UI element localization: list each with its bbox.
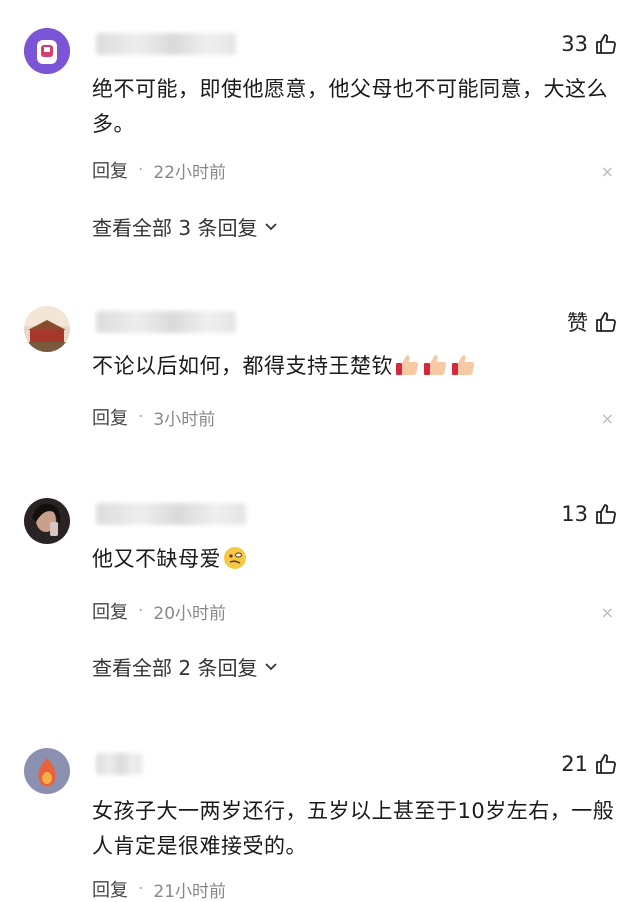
separator-dot: · <box>138 160 144 180</box>
comment-text: 绝不可能，即使他愿意，他父母也不可能同意，大这么多。 <box>92 77 608 136</box>
like-count: 33 <box>561 32 588 56</box>
close-icon[interactable]: × <box>601 162 614 182</box>
close-icon[interactable]: × <box>601 603 614 623</box>
comment-meta: 回复 · 22小时前 <box>92 157 226 183</box>
separator-dot: · <box>138 407 144 427</box>
like-button[interactable]: 33 <box>561 29 618 59</box>
separator-dot: · <box>138 879 144 899</box>
like-button[interactable]: 21 <box>561 749 618 779</box>
avatar-image <box>24 306 70 352</box>
view-replies-label: 查看全部 3 条回复 <box>92 215 258 240</box>
comment-time: 3小时前 <box>153 409 216 430</box>
avatar-image <box>24 748 70 794</box>
comment-text: 他又不缺母爱 <box>92 542 617 577</box>
reply-button[interactable]: 回复 <box>92 876 128 902</box>
avatar[interactable] <box>24 748 70 794</box>
avatar[interactable] <box>24 498 70 544</box>
thumbs-up-emoji <box>396 355 419 375</box>
username-blur <box>96 503 246 525</box>
comment-text: 不论以后如何，都得支持王楚钦 <box>92 349 617 384</box>
username-blurred[interactable] <box>92 750 142 778</box>
like-count: 赞 <box>567 311 588 335</box>
like-count: 21 <box>561 752 588 776</box>
view-replies-button[interactable]: 查看全部 2 条回复 <box>92 651 279 681</box>
reply-button[interactable]: 回复 <box>92 404 128 430</box>
thumbs-up-emoji <box>424 355 447 375</box>
username-blurred[interactable] <box>92 30 236 58</box>
comment-time: 20小时前 <box>153 603 227 624</box>
like-count: 13 <box>561 502 588 526</box>
thumbs-up-icon <box>596 34 616 54</box>
reply-button[interactable]: 回复 <box>92 598 128 624</box>
comment-text-content: 不论以后如何，都得支持王楚钦 <box>92 354 393 378</box>
comment-meta: 回复 · 3小时前 <box>92 404 215 430</box>
thinking-face-emoji <box>224 547 246 569</box>
avatar[interactable] <box>24 306 70 352</box>
view-replies-button[interactable]: 查看全部 3 条回复 <box>92 211 279 241</box>
avatar[interactable] <box>24 28 70 74</box>
close-icon[interactable]: × <box>601 409 614 429</box>
username-blur <box>96 753 142 775</box>
thumbs-up-icon <box>596 754 616 774</box>
chevron-down-icon <box>265 223 278 231</box>
comment-item: 33 绝不可能，即使他愿意，他父母也不可能同意，大这么多。 回复 · 22小时前… <box>0 0 640 270</box>
avatar-image <box>24 28 70 74</box>
like-button[interactable]: 13 <box>561 499 618 529</box>
reply-button[interactable]: 回复 <box>92 157 128 183</box>
comment-time: 22小时前 <box>153 162 227 183</box>
chevron-down-icon <box>265 663 278 671</box>
username-blurred[interactable] <box>92 308 236 336</box>
comment-item: 21 女孩子大一两岁还行，五岁以上甚至于10岁左右，一般人肯定是很难接受的。 回… <box>0 742 640 902</box>
separator-dot: · <box>138 601 144 621</box>
username-blur <box>96 311 236 333</box>
thumbs-up-emoji <box>452 355 475 375</box>
comment-time: 21小时前 <box>153 881 227 902</box>
avatar-image <box>24 498 70 544</box>
username-blur <box>96 33 236 55</box>
like-button[interactable]: 赞 <box>567 307 618 337</box>
comment-item: 13 他又不缺母爱 回复 · 20小时前 × 查看全部 2 条回复 <box>0 494 640 694</box>
username-blurred[interactable] <box>92 500 246 528</box>
comment-meta: 回复 · 21小时前 <box>92 876 226 902</box>
comment-text-content: 他又不缺母爱 <box>92 547 221 571</box>
comment-text: 女孩子大一两岁还行，五岁以上甚至于10岁左右，一般人肯定是很难接受的。 <box>92 799 615 858</box>
thumbs-up-icon <box>596 312 616 332</box>
thumbs-up-icon <box>596 504 616 524</box>
view-replies-label: 查看全部 2 条回复 <box>92 655 258 680</box>
comment-meta: 回复 · 20小时前 <box>92 598 226 624</box>
comment-item: 赞 不论以后如何，都得支持王楚钦 回复 · 3小时前 × <box>0 300 640 460</box>
